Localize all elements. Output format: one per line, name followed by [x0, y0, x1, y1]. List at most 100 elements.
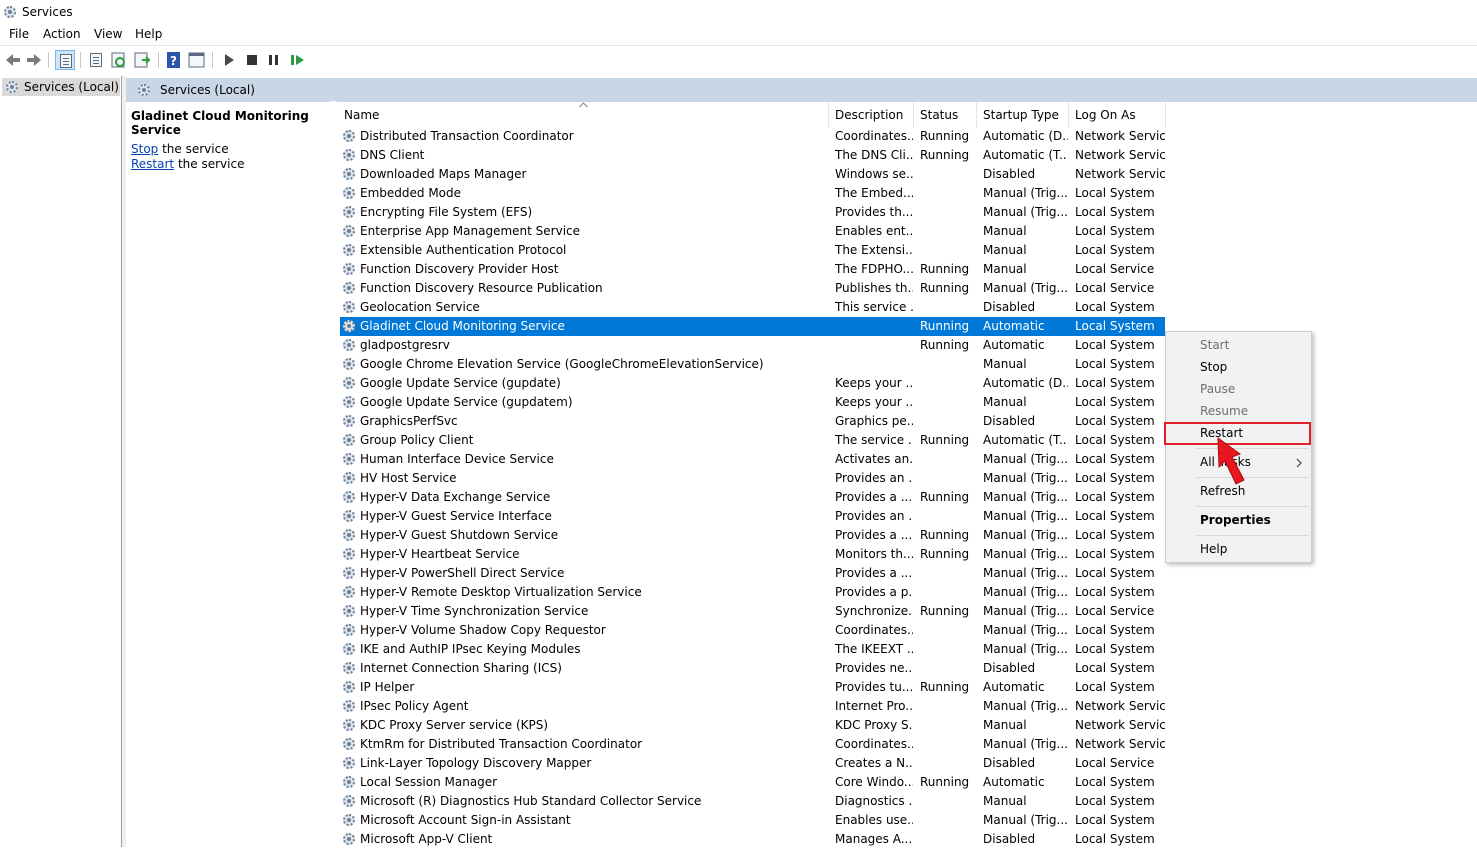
service-row[interactable]: GraphicsPerfSvc Graphics pe... Disabled Loc… [340, 412, 1165, 431]
service-row[interactable]: Google Chrome Elevation Service (GoogleC… [340, 355, 1165, 374]
service-row[interactable]: IP Helper Provides tu... Running Automatic L… [340, 678, 1165, 697]
service-row[interactable]: Microsoft Account Sign-in Assistant Enabl… [340, 811, 1165, 830]
service-row[interactable]: Gladinet Cloud Monitoring Service Running… [340, 317, 1165, 336]
show-hide-console-tree-icon[interactable] [55, 50, 75, 70]
restart-service-text: the service [174, 157, 245, 171]
stop-service-link[interactable]: Stop [131, 142, 158, 156]
service-description: Monitors th... [835, 547, 913, 561]
service-row[interactable]: Hyper-V Volume Shadow Copy Requestor Coor… [340, 621, 1165, 640]
tree-item-services-local[interactable]: Services (Local) [2, 78, 120, 96]
menu-view[interactable]: View [94, 27, 122, 41]
service-row[interactable]: Encrypting File System (EFS) Provides th.… [340, 203, 1165, 222]
service-gear-icon [343, 206, 355, 218]
service-row[interactable]: HV Host Service Provides an ... Manual (Tr… [340, 469, 1165, 488]
service-startup-type: Automatic (D... [983, 376, 1068, 390]
properties-icon[interactable] [86, 50, 106, 70]
service-row[interactable]: Internet Connection Sharing (ICS) Provide… [340, 659, 1165, 678]
restart-service-icon[interactable] [287, 50, 307, 70]
service-row[interactable]: Link-Layer Topology Discovery Mapper Crea… [340, 754, 1165, 773]
service-gear-icon [343, 643, 355, 655]
context-menu-pause[interactable]: Pause [1200, 382, 1235, 396]
back-icon[interactable] [3, 50, 23, 70]
service-log-on-as: Local System [1075, 490, 1155, 504]
forward-icon[interactable] [24, 50, 44, 70]
restart-service-link[interactable]: Restart [131, 157, 174, 171]
column-header-log-on-as[interactable]: Log On As [1075, 108, 1136, 122]
menu-file[interactable]: File [9, 27, 29, 41]
refresh-icon[interactable] [109, 50, 129, 70]
service-startup-type: Manual (Trig... [983, 699, 1068, 713]
service-row[interactable]: Human Interface Device Service Activates … [340, 450, 1165, 469]
service-row[interactable]: Microsoft (R) Diagnostics Hub Standard C… [340, 792, 1165, 811]
service-row[interactable]: Microsoft App-V Client Manages A... Disabl… [340, 830, 1165, 849]
export-list-icon[interactable] [132, 50, 152, 70]
service-row[interactable]: Embedded Mode The Embed... Manual (Trig...… [340, 184, 1165, 203]
service-row[interactable]: Hyper-V Time Synchronization Service Sync… [340, 602, 1165, 621]
service-row[interactable]: Hyper-V Data Exchange Service Provides a … [340, 488, 1165, 507]
menu-action[interactable]: Action [43, 27, 81, 41]
service-row[interactable]: Google Update Service (gupdatem) Keeps yo… [340, 393, 1165, 412]
service-row[interactable]: Hyper-V Heartbeat Service Monitors th... R… [340, 545, 1165, 564]
service-log-on-as: Local System [1075, 813, 1155, 827]
service-row[interactable]: Hyper-V Remote Desktop Virtualization Se… [340, 583, 1165, 602]
service-row[interactable]: Group Policy Client The service ... Runnin… [340, 431, 1165, 450]
service-row[interactable]: Distributed Transaction Coordinator Coord… [340, 127, 1165, 146]
service-startup-type: Manual (Trig... [983, 547, 1068, 561]
service-log-on-as: Local System [1075, 509, 1155, 523]
service-name: Group Policy Client [360, 433, 474, 447]
service-log-on-as: Network Service [1075, 148, 1165, 162]
column-header-startup-type[interactable]: Startup Type [983, 108, 1059, 122]
service-gear-icon [343, 605, 355, 617]
service-gear-icon [343, 491, 355, 503]
stop-service-icon[interactable] [242, 50, 262, 70]
service-row[interactable]: Function Discovery Resource Publication P… [340, 279, 1165, 298]
service-row[interactable]: KDC Proxy Server service (KPS) KDC Proxy … [340, 716, 1165, 735]
service-log-on-as: Local System [1075, 585, 1155, 599]
console-window-icon[interactable] [187, 50, 207, 70]
service-startup-type: Manual [983, 357, 1027, 371]
service-row[interactable]: DNS Client The DNS Cli... Running Automatic… [340, 146, 1165, 165]
column-header-status[interactable]: Status [920, 108, 958, 122]
service-row[interactable]: Google Update Service (gupdate) Keeps you… [340, 374, 1165, 393]
service-log-on-as: Local Service [1075, 604, 1155, 618]
service-gear-icon [343, 168, 355, 180]
column-header-name[interactable]: Name [344, 108, 379, 122]
menu-help[interactable]: Help [135, 27, 162, 41]
context-menu-properties[interactable]: Properties [1200, 513, 1271, 527]
service-row[interactable]: Geolocation Service This service ... Disab… [340, 298, 1165, 317]
service-row[interactable]: Local Session Manager Core Windo... Runnin… [340, 773, 1165, 792]
start-service-icon[interactable] [219, 50, 239, 70]
service-row[interactable]: Hyper-V PowerShell Direct Service Provide… [340, 564, 1165, 583]
service-startup-type: Disabled [983, 756, 1036, 770]
context-menu-resume[interactable]: Resume [1200, 404, 1248, 418]
service-row[interactable]: Hyper-V Guest Service Interface Provides … [340, 507, 1165, 526]
service-startup-type: Automatic [983, 680, 1045, 694]
sort-ascending-icon [579, 102, 588, 108]
service-name: Downloaded Maps Manager [360, 167, 527, 181]
stop-service-text: the service [158, 142, 229, 156]
service-row[interactable]: Extensible Authentication Protocol The Ex… [340, 241, 1165, 260]
services-gear-icon [6, 81, 18, 93]
service-log-on-as: Local System [1075, 794, 1155, 808]
service-log-on-as: Local System [1075, 357, 1155, 371]
column-header-description[interactable]: Description [835, 108, 903, 122]
service-row[interactable]: IPsec Policy Agent Internet Pro... Manual … [340, 697, 1165, 716]
context-menu-help[interactable]: Help [1200, 542, 1227, 556]
service-log-on-as: Network Service [1075, 129, 1165, 143]
context-menu-start[interactable]: Start [1200, 338, 1229, 352]
service-row[interactable]: IKE and AuthIP IPsec Keying Modules The I… [340, 640, 1165, 659]
service-row[interactable]: Downloaded Maps Manager Windows se... Disa… [340, 165, 1165, 184]
service-row[interactable]: Enterprise App Management Service Enables… [340, 222, 1165, 241]
service-name: KDC Proxy Server service (KPS) [360, 718, 549, 732]
service-row[interactable]: KtmRm for Distributed Transaction Coordi… [340, 735, 1165, 754]
service-log-on-as: Local System [1075, 566, 1155, 580]
service-row[interactable]: gladpostgresrv Running Automatic Local Syst… [340, 336, 1165, 355]
help-icon[interactable]: ? [164, 50, 184, 70]
service-row[interactable]: Hyper-V Guest Shutdown Service Provides a… [340, 526, 1165, 545]
menu-bar: File Action View Help [0, 24, 1477, 45]
service-description: Provides ne... [835, 661, 913, 675]
service-gear-icon [343, 681, 355, 693]
service-row[interactable]: Function Discovery Provider Host The FDPH… [340, 260, 1165, 279]
pause-service-icon[interactable] [264, 50, 284, 70]
context-menu-stop[interactable]: Stop [1200, 360, 1227, 374]
